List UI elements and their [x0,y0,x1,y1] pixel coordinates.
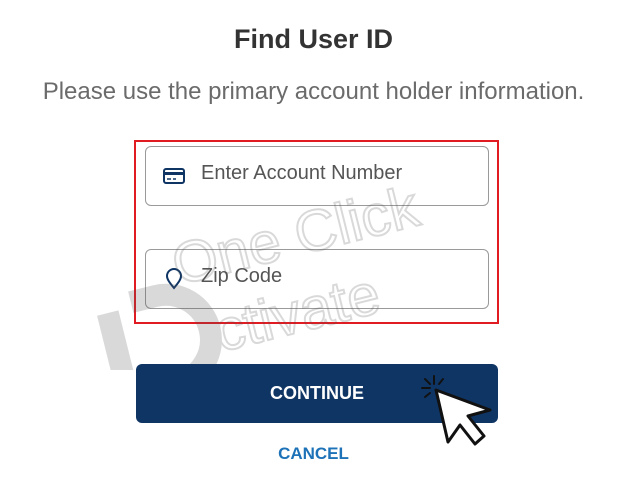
page-title: Find User ID [233,24,394,54]
continue-button[interactable]: CONTINUE [136,364,498,423]
page-subtitle: Please use the primary account holder in… [42,78,585,105]
highlight-frame [134,140,499,324]
cancel-link[interactable]: CANCEL [0,444,627,464]
